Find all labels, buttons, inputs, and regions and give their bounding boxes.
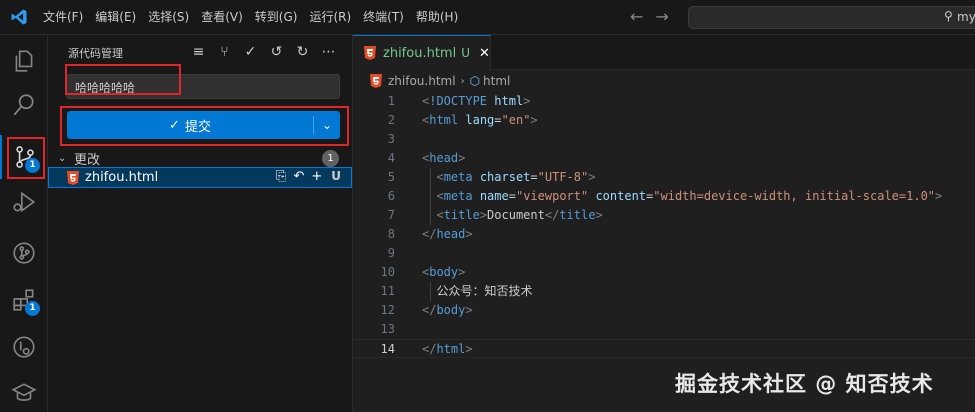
code-line: 10 <body> bbox=[353, 263, 975, 282]
open-file-icon[interactable]: ⎘ bbox=[276, 169, 286, 184]
code-line: 9 bbox=[353, 244, 975, 263]
changed-file-row[interactable]: zhifou.html ⎘ ↶ + U bbox=[48, 167, 352, 188]
file-status-badge: U bbox=[331, 169, 341, 183]
file-row-actions: ⎘ ↶ + U bbox=[276, 169, 341, 184]
menu-file[interactable]: 文件(F) bbox=[37, 0, 89, 35]
code-line: 2 <html lang="en"> bbox=[353, 111, 975, 130]
refresh-icon[interactable]: ↻ bbox=[294, 43, 311, 61]
line-number: 5 bbox=[387, 170, 395, 184]
run-debug-icon bbox=[13, 191, 36, 213]
close-icon[interactable]: ✕ bbox=[479, 46, 490, 61]
html5-icon bbox=[67, 170, 79, 185]
line-number: 7 bbox=[387, 208, 395, 222]
command-center-text: my bbox=[957, 10, 975, 24]
history-icon[interactable]: ↺ bbox=[268, 43, 285, 61]
highlight-box-scm bbox=[7, 137, 45, 179]
stage-changes-icon[interactable]: + bbox=[311, 169, 322, 184]
run-debug-button[interactable] bbox=[0, 180, 48, 224]
code-line: 5 <meta charset="UTF-8"> bbox=[353, 168, 975, 187]
code-line: 6 <meta name="viewport" content="width=d… bbox=[353, 187, 975, 206]
extensions-button[interactable]: 1 bbox=[0, 278, 48, 322]
line-number: 1 bbox=[387, 94, 395, 108]
check-icon[interactable]: ✓ bbox=[242, 43, 259, 61]
chevron-down-icon: ⌄ bbox=[58, 152, 67, 164]
watermark: 掘金技术社区 @ 知否技术 bbox=[675, 372, 934, 396]
magnifier-icon bbox=[13, 94, 34, 116]
line-number: 13 bbox=[380, 322, 395, 336]
git-graph-button[interactable] bbox=[0, 231, 48, 275]
back-arrow-icon[interactable]: ← bbox=[630, 7, 643, 26]
changes-group-header[interactable]: ⌄ 更改 1 bbox=[58, 147, 348, 169]
view-as-list-icon[interactable]: ≡ bbox=[190, 43, 207, 61]
learn-button[interactable] bbox=[0, 371, 48, 412]
highlight-box-message bbox=[65, 64, 181, 95]
breadcrumb-file[interactable]: zhifou.html bbox=[388, 74, 456, 88]
line-number: 11 bbox=[380, 284, 395, 298]
menu-bar: 文件(F) 编辑(E) 选择(S) 查看(V) 转到(G) 运行(R) 终端(T… bbox=[37, 0, 464, 35]
remote-explorer-icon bbox=[13, 336, 35, 358]
line-number: 8 bbox=[387, 227, 395, 241]
explorer-button[interactable] bbox=[0, 39, 48, 83]
code-line: 7 <title>Document</title> bbox=[353, 206, 975, 225]
more-icon[interactable]: ⋯ bbox=[320, 43, 337, 61]
remote-explorer-button[interactable] bbox=[0, 325, 48, 369]
changes-label: 更改 bbox=[74, 152, 101, 168]
tab-label: zhifou.html bbox=[383, 45, 457, 61]
html5-icon bbox=[364, 46, 376, 60]
symbol-icon: ⬡ bbox=[469, 74, 481, 88]
graduation-cap-icon bbox=[11, 383, 37, 401]
code-line: 12 </body> bbox=[353, 301, 975, 320]
menu-edit[interactable]: 编辑(E) bbox=[89, 0, 142, 35]
activity-bar: 1 1 bbox=[0, 35, 48, 412]
code-line: 1 <!DOCTYPE html> bbox=[353, 92, 975, 111]
tab-zhifou-html[interactable]: zhifou.html U ✕ bbox=[353, 35, 491, 70]
line-number: 3 bbox=[387, 132, 395, 146]
changes-count-badge: 1 bbox=[322, 150, 339, 167]
breadcrumb-symbol[interactable]: html bbox=[483, 74, 510, 88]
code-line: 11 公众号：知否技术 bbox=[353, 282, 975, 301]
files-icon bbox=[15, 50, 33, 72]
panel-actions: ≡ ⑂ ✓ ↺ ↻ ⋯ bbox=[190, 43, 337, 61]
branch-graph-icon[interactable]: ⑂ bbox=[216, 43, 233, 61]
code-line: 3 bbox=[353, 130, 975, 149]
vscode-logo-icon[interactable] bbox=[10, 8, 28, 26]
line-number: 2 bbox=[387, 113, 395, 127]
line-number: 6 bbox=[387, 189, 395, 203]
editor-area: zhifou.html U ✕ zhifou.html › ⬡ html 1 <!… bbox=[353, 35, 975, 412]
html5-icon bbox=[370, 74, 382, 88]
line-number: 10 bbox=[380, 265, 395, 279]
search-button[interactable] bbox=[0, 83, 48, 127]
panel-title: 源代码管理 bbox=[68, 47, 123, 60]
code-editor[interactable]: 1 <!DOCTYPE html> 2 <html lang="en"> 3 4 <h… bbox=[353, 92, 975, 358]
menu-terminal[interactable]: 终端(T) bbox=[357, 0, 410, 35]
tab-bar: zhifou.html U ✕ bbox=[353, 35, 975, 70]
code-line-current: 14 </html> bbox=[353, 339, 975, 358]
line-number: 12 bbox=[380, 303, 395, 317]
menu-run[interactable]: 运行(R) bbox=[303, 0, 357, 35]
forward-arrow-icon[interactable]: → bbox=[655, 7, 668, 26]
command-center[interactable]: ⚲ my bbox=[688, 6, 975, 29]
code-line: 8 </head> bbox=[353, 225, 975, 244]
menu-selection[interactable]: 选择(S) bbox=[142, 0, 195, 35]
extensions-badge: 1 bbox=[25, 301, 40, 316]
changed-file-name: zhifou.html bbox=[85, 170, 159, 185]
code-line: 13 bbox=[353, 320, 975, 339]
tab-status: U bbox=[461, 46, 470, 60]
line-number: 4 bbox=[387, 151, 395, 165]
title-bar: 文件(F) 编辑(E) 选择(S) 查看(V) 转到(G) 运行(R) 终端(T… bbox=[0, 0, 975, 35]
code-line: 4 <head> bbox=[353, 149, 975, 168]
git-graph-icon bbox=[13, 242, 35, 264]
highlight-box-commit bbox=[60, 106, 349, 146]
line-number: 9 bbox=[387, 246, 395, 260]
menu-view[interactable]: 查看(V) bbox=[195, 0, 249, 35]
chevron-right-icon: › bbox=[460, 75, 465, 87]
search-icon: ⚲ bbox=[944, 9, 953, 23]
menu-help[interactable]: 帮助(H) bbox=[410, 0, 464, 35]
breadcrumb: zhifou.html › ⬡ html bbox=[370, 72, 510, 90]
nav-arrows: ← → bbox=[630, 7, 669, 26]
line-number: 14 bbox=[380, 342, 395, 356]
menu-go[interactable]: 转到(G) bbox=[249, 0, 304, 35]
discard-changes-icon[interactable]: ↶ bbox=[293, 169, 304, 184]
